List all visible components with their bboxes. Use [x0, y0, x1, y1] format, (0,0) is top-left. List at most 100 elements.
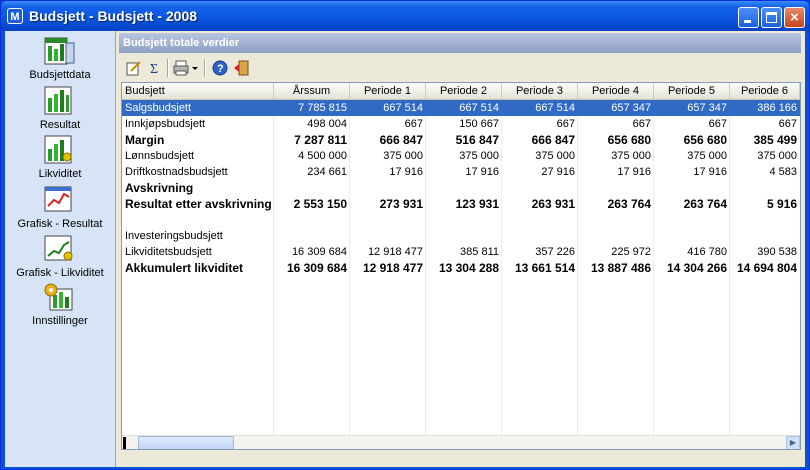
table-row[interactable]: Likviditetsbudsjett 16 309 684 12 918 477 3…: [122, 244, 800, 260]
value-cell: [426, 228, 502, 244]
value-cell: [578, 212, 654, 228]
value-cell: 14 694 804: [736, 261, 797, 275]
column-header-periode-4[interactable]: Periode 4: [578, 83, 654, 99]
help-icon[interactable]: ?: [211, 59, 229, 77]
value-cell: 234 661: [307, 166, 347, 178]
maximize-icon: [766, 12, 777, 23]
column-header-budsjett[interactable]: Budsjett: [122, 83, 274, 99]
horizontal-scrollbar[interactable]: ▶: [122, 435, 800, 449]
value-cell: 13 304 288: [438, 261, 499, 275]
sidebar: Budsjettdata Resultat Likviditet Grafisk…: [5, 31, 116, 467]
value-cell: 13 661 514: [514, 261, 575, 275]
column-header-arssum[interactable]: Årssum: [274, 83, 350, 99]
sidebar-item-innstillinger[interactable]: Innstillinger: [5, 281, 115, 333]
graph-result-icon: [44, 186, 72, 212]
value-cell: 123 931: [455, 197, 499, 211]
column-header-periode-3[interactable]: Periode 3: [502, 83, 578, 99]
main-panel: Budsjett totale verdier Σ ? Budsjett Års…: [119, 33, 801, 464]
exit-icon[interactable]: [233, 59, 251, 77]
value-cell: 667 514: [383, 102, 423, 114]
value-cell: [730, 180, 800, 196]
value-cell: 17 916: [617, 166, 651, 178]
value-cell: 375 000: [611, 150, 651, 162]
scrollbar-thumb[interactable]: [138, 436, 234, 449]
svg-text:Σ: Σ: [150, 62, 158, 77]
value-cell: 386 166: [757, 102, 797, 114]
column-header-periode-2[interactable]: Periode 2: [426, 83, 502, 99]
value-cell: 657 347: [687, 102, 727, 114]
app-window: M Budsjett - Budsjett - 2008 × Budsjettd…: [0, 0, 810, 470]
value-cell: 667 514: [459, 102, 499, 114]
value-cell: 516 847: [455, 133, 499, 147]
sidebar-item-resultat[interactable]: Resultat: [5, 85, 115, 137]
table-row[interactable]: [122, 212, 800, 228]
edit-icon[interactable]: [125, 59, 143, 77]
value-cell: 17 916: [465, 166, 499, 178]
table-row[interactable]: Resultat etter avskrivning 2 553 150 273 9…: [122, 196, 800, 212]
print-icon[interactable]: [172, 59, 190, 77]
toolbar-separator: [204, 59, 206, 77]
toolbar-separator: [167, 59, 169, 77]
table-row[interactable]: Avskrivning: [122, 180, 800, 196]
sidebar-item-label: Likviditet: [38, 168, 82, 180]
settings-icon: [44, 283, 73, 311]
sum-icon[interactable]: Σ: [146, 59, 164, 77]
value-cell: 12 918 477: [367, 246, 423, 258]
column-header-periode-1[interactable]: Periode 1: [350, 83, 426, 99]
sidebar-item-grafisk-resultat[interactable]: Grafisk - Resultat: [5, 184, 115, 236]
row-label-cell: Driftkostnadsbudsjett: [125, 166, 228, 178]
value-cell: 375 000: [383, 150, 423, 162]
value-cell: 375 000: [459, 150, 499, 162]
value-cell: 498 004: [307, 118, 347, 130]
minimize-button[interactable]: [738, 7, 759, 28]
value-cell: 667 514: [535, 102, 575, 114]
table-row[interactable]: Salgsbudsjett 7 785 815 667 514 667 514 667 …: [122, 100, 800, 116]
table-row[interactable]: Margin 7 287 811 666 847 516 847 666 847 656 …: [122, 132, 800, 148]
value-cell: 5 916: [766, 197, 797, 211]
value-cell: 667: [708, 118, 727, 130]
value-cell: 17 916: [389, 166, 423, 178]
dropdown-arrow-icon[interactable]: [190, 59, 200, 77]
sidebar-item-likviditet[interactable]: Likviditet: [5, 134, 115, 186]
value-cell: 7 287 811: [294, 133, 347, 147]
value-cell: 657 347: [611, 102, 651, 114]
value-cell: 666 847: [531, 133, 575, 147]
value-cell: 225 972: [611, 246, 651, 258]
value-cell: [654, 180, 730, 196]
value-cell: [274, 228, 350, 244]
sidebar-item-label: Innstillinger: [32, 315, 88, 327]
value-cell: 656 680: [607, 133, 651, 147]
toolbar: Σ ?: [119, 55, 801, 81]
value-cell: 390 538: [757, 246, 797, 258]
value-cell: [502, 180, 578, 196]
row-label-cell: Avskrivning: [125, 181, 194, 195]
value-cell: 2 553 150: [293, 197, 347, 211]
maximize-button[interactable]: [761, 7, 782, 28]
table-row[interactable]: Lønnsbudsjett 4 500 000 375 000 375 000 375 …: [122, 148, 800, 164]
value-cell: 16 309 684: [286, 261, 347, 275]
table-row[interactable]: Driftkostnadsbudsjett 234 661 17 916 17 916…: [122, 164, 800, 180]
sidebar-item-label: Budsjettdata: [29, 69, 91, 81]
table-row[interactable]: Investeringsbudsjett: [122, 228, 800, 244]
column-header-periode-5[interactable]: Periode 5: [654, 83, 730, 99]
table-row[interactable]: Innkjøpsbudsjett 498 004 667 150 667 667 667 6…: [122, 116, 800, 132]
table-row[interactable]: Akkumulert likviditet 16 309 684 12 918 47…: [122, 260, 800, 276]
row-label-cell: Salgsbudsjett: [125, 102, 192, 114]
row-label-cell: [122, 212, 274, 228]
graph-liquidity-icon: [44, 235, 73, 261]
sidebar-item-grafisk-likviditet[interactable]: Grafisk - Likviditet: [5, 233, 115, 285]
column-header-periode-6[interactable]: Periode 6: [730, 83, 800, 99]
value-cell: 12 918 477: [362, 261, 423, 275]
value-cell: 27 916: [541, 166, 575, 178]
value-cell: [426, 212, 502, 228]
sidebar-item-budsjettdata[interactable]: Budsjettdata: [5, 35, 115, 87]
liquidity-chart-icon: [44, 135, 72, 164]
title-bar[interactable]: M Budsjett - Budsjett - 2008 ×: [1, 1, 809, 31]
value-cell: 17 916: [693, 166, 727, 178]
value-cell: [350, 212, 426, 228]
value-cell: [654, 212, 730, 228]
value-cell: 13 887 486: [590, 261, 651, 275]
table-header: Budsjett Årssum Periode 1 Periode 2 Peri…: [122, 83, 800, 100]
close-button[interactable]: ×: [784, 7, 805, 28]
scroll-right-button[interactable]: ▶: [786, 436, 800, 449]
